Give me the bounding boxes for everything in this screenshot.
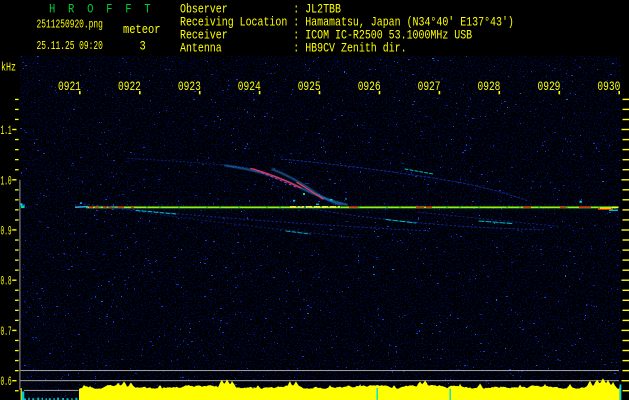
svg-text:0925: 0925 bbox=[298, 81, 321, 95]
svg-text:Antenna : HB9CV Zen: Antenna : HB9CV Zenith dir. bbox=[180, 41, 407, 56]
svg-text:0927: 0927 bbox=[418, 81, 441, 95]
svg-text:meteor: meteor bbox=[123, 23, 161, 37]
svg-text:kHz: kHz bbox=[1, 61, 16, 75]
svg-text:0930: 0930 bbox=[597, 81, 620, 95]
svg-text:0922: 0922 bbox=[118, 81, 141, 95]
svg-text:0929: 0929 bbox=[537, 81, 560, 95]
svg-text:2511250920.png: 2511250920.png bbox=[37, 18, 103, 31]
svg-text:1.1: 1.1 bbox=[1, 125, 12, 139]
svg-text:0928: 0928 bbox=[477, 81, 500, 95]
svg-text:0.9: 0.9 bbox=[1, 225, 12, 239]
svg-text:1.0: 1.0 bbox=[1, 175, 12, 189]
svg-text:0921: 0921 bbox=[58, 81, 81, 95]
svg-text:0.6: 0.6 bbox=[1, 376, 12, 390]
svg-text:0924: 0924 bbox=[238, 81, 261, 95]
svg-text:H R O F F T: H R O F F T bbox=[49, 2, 151, 17]
svg-text:0923: 0923 bbox=[178, 81, 201, 95]
svg-text:3: 3 bbox=[140, 40, 146, 54]
svg-text:0.8: 0.8 bbox=[1, 276, 12, 290]
svg-text:25.11.25 09:20: 25.11.25 09:20 bbox=[37, 40, 103, 53]
svg-text:0926: 0926 bbox=[358, 81, 381, 95]
svg-text:0.7: 0.7 bbox=[1, 326, 12, 340]
